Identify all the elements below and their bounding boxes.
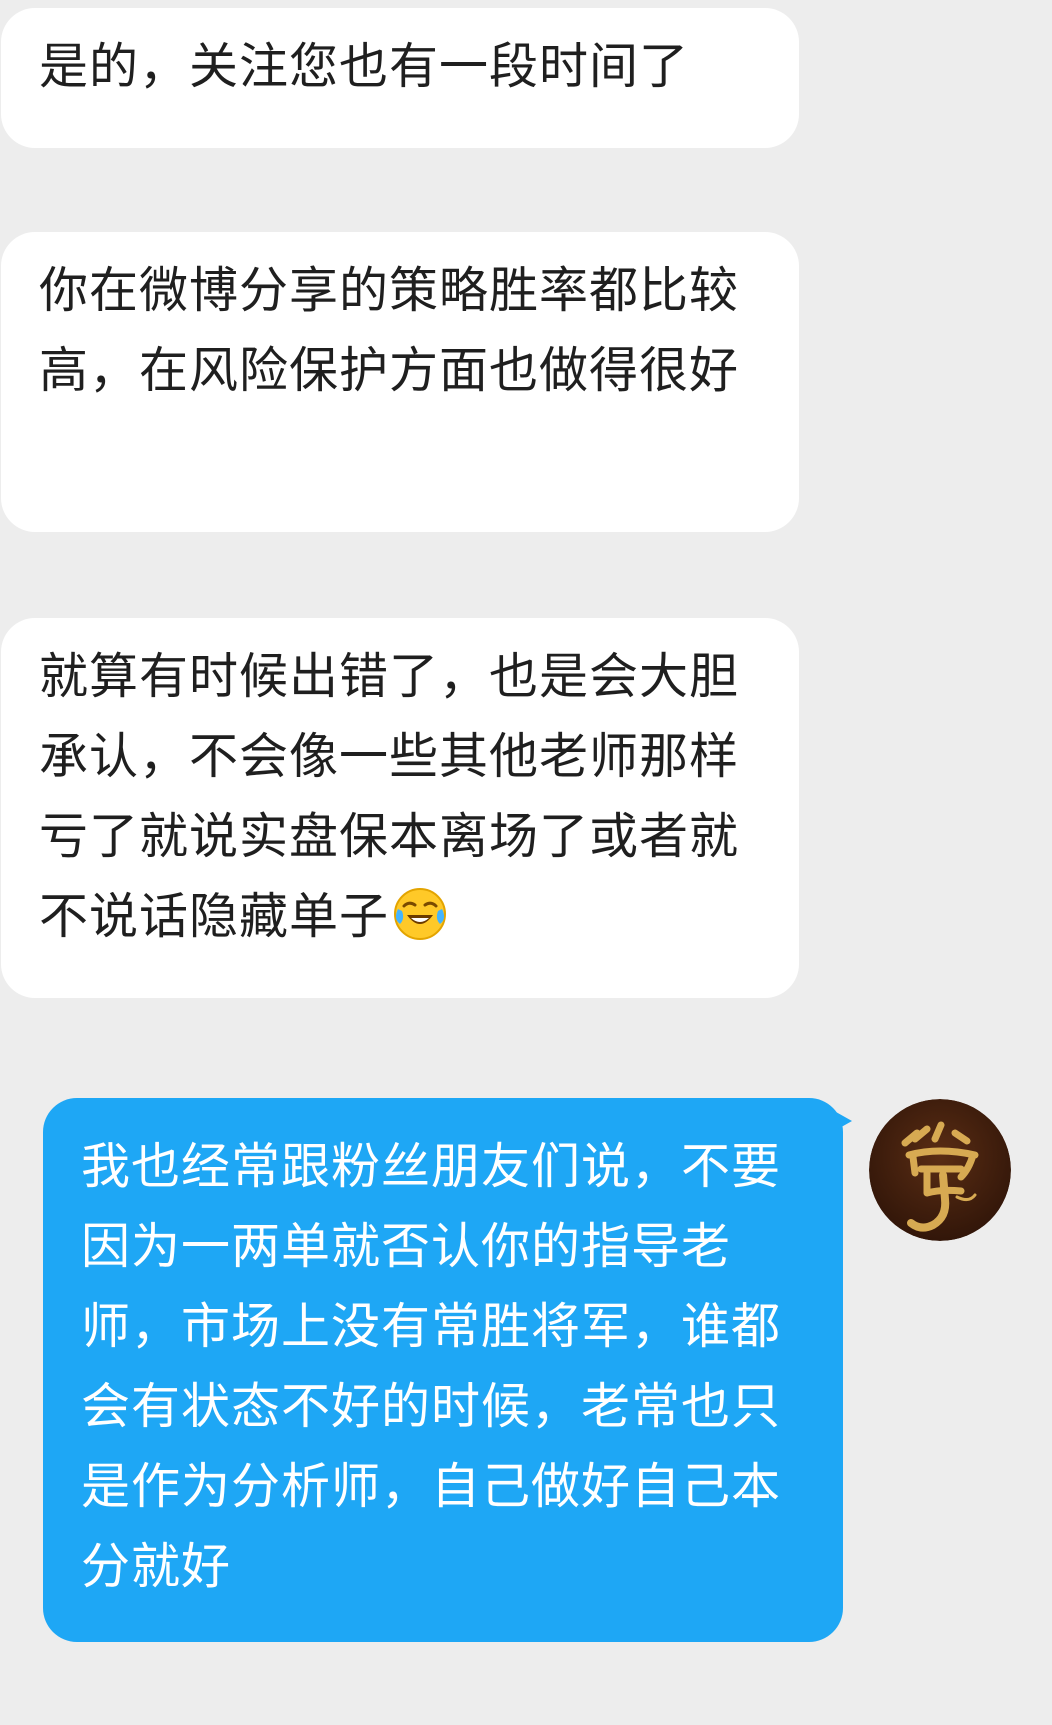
calligraphy-avatar-icon bbox=[869, 1099, 1011, 1241]
crying-laughing-emoji-icon bbox=[394, 888, 447, 940]
message-text: 我也经常跟粉丝朋友们说，不要因为一两单就否认你的指导老师，市场上没有常胜将军，谁… bbox=[81, 1138, 782, 1595]
bubble-tail bbox=[836, 1112, 852, 1130]
incoming-message[interactable]: 你在微博分享的策略胜率都比较高，在风险保护方面也做得很好 bbox=[1, 232, 799, 532]
incoming-message[interactable]: 就算有时候出错了，也是会大胆承认，不会像一些其他老师那样亏了就说实盘保本离场了或… bbox=[1, 618, 799, 998]
outgoing-message[interactable]: 我也经常跟粉丝朋友们说，不要因为一两单就否认你的指导老师，市场上没有常胜将军，谁… bbox=[43, 1098, 843, 1642]
incoming-message[interactable]: 是的，关注您也有一段时间了 bbox=[1, 8, 799, 148]
message-text: 你在微博分享的策略胜率都比较高，在风险保护方面也做得很好 bbox=[39, 262, 740, 399]
sender-avatar[interactable] bbox=[869, 1099, 1011, 1241]
message-text: 是的，关注您也有一段时间了 bbox=[39, 38, 690, 95]
message-text: 就算有时候出错了，也是会大胆承认，不会像一些其他老师那样亏了就说实盘保本离场了或… bbox=[39, 648, 740, 945]
